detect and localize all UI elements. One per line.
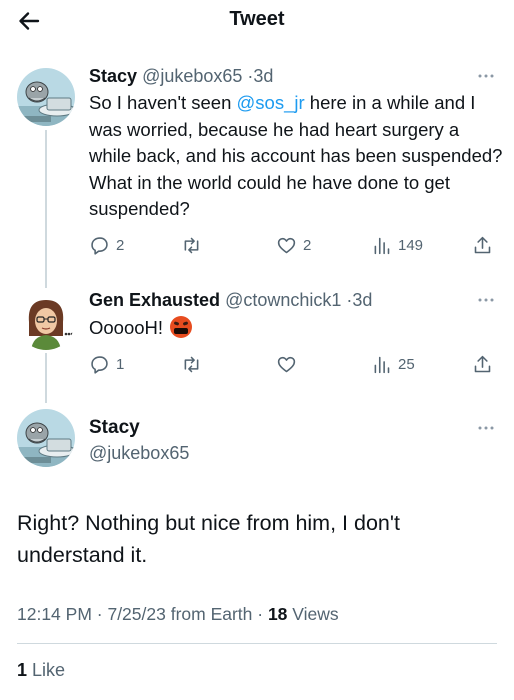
- tweet-actions: 1 25: [89, 352, 499, 376]
- views-chart-icon: [374, 356, 390, 373]
- top-bar: Tweet: [0, 0, 514, 42]
- avatar-image: [17, 409, 75, 467]
- reply-icon: [91, 236, 108, 255]
- retweet-button[interactable]: [181, 352, 208, 376]
- mention-link[interactable]: @sos_jr: [237, 92, 305, 113]
- more-dots-icon: [478, 298, 494, 302]
- more-dots-icon: [478, 426, 494, 430]
- page-title: Tweet: [229, 8, 285, 30]
- share-button[interactable]: [472, 352, 493, 376]
- avatar[interactable]: [17, 409, 75, 467]
- reply-icon: [91, 355, 108, 374]
- like-button[interactable]: [276, 352, 303, 376]
- views-count: 149: [398, 236, 424, 254]
- like-button[interactable]: 2: [276, 233, 311, 257]
- thread-line: [45, 353, 47, 403]
- more-options-button[interactable]: [474, 418, 498, 438]
- like-count: 2: [303, 236, 312, 254]
- more-dots-icon: [478, 74, 494, 78]
- author-handle[interactable]: @jukebox65: [142, 66, 242, 86]
- divider: [17, 643, 497, 644]
- tweet-text-part: So I haven't seen: [89, 92, 237, 113]
- timestamp-source[interactable]: 12:14 PM · 7/25/23 from Earth ·: [17, 604, 268, 624]
- share-button[interactable]: [472, 233, 493, 257]
- likes-count: 1: [17, 660, 28, 680]
- views-label: Views: [287, 604, 339, 624]
- timestamp[interactable]: 3d: [352, 290, 372, 310]
- tweet-meta: 12:14 PM · 7/25/23 from Earth · 18 Views: [17, 604, 339, 625]
- timestamp[interactable]: 3d: [253, 66, 273, 86]
- views-count: 18: [267, 604, 288, 624]
- author-name[interactable]: Stacy: [89, 417, 140, 439]
- tweet-text: So I haven't seen @sos_jr here in a whil…: [89, 90, 504, 223]
- author-name[interactable]: Gen Exhausted: [89, 290, 220, 310]
- avatar-image: [17, 292, 75, 350]
- views-button[interactable]: 149: [371, 233, 423, 257]
- share-icon: [474, 355, 491, 372]
- tweet-header: Stacy @jukebox65 ·3d: [89, 66, 273, 87]
- tweet-actions: 2 2 149: [89, 233, 499, 257]
- heart-icon: [277, 356, 296, 372]
- angry-face-emoji-icon: [170, 316, 193, 338]
- avatar-image: [17, 68, 75, 126]
- retweet-icon: [184, 356, 199, 372]
- views-chart-icon: [374, 237, 390, 254]
- reply-button[interactable]: 2: [89, 233, 124, 257]
- views-count: 25: [398, 355, 415, 373]
- views-button[interactable]: 25: [371, 352, 415, 376]
- likes-summary[interactable]: 1 Like: [17, 660, 65, 681]
- retweet-icon: [184, 237, 199, 253]
- tweet-text-part: OooooH!: [89, 317, 164, 338]
- reply-count: 2: [116, 236, 125, 254]
- tweet-header: Gen Exhausted @ctownchick1 ·3d: [89, 290, 372, 311]
- avatar[interactable]: [17, 68, 75, 126]
- tweet-text: OooooH!: [89, 315, 504, 342]
- thread-line: [45, 130, 47, 288]
- author-handle[interactable]: @jukebox65: [89, 443, 189, 464]
- likes-label: Like: [27, 660, 66, 680]
- share-icon: [474, 236, 491, 253]
- retweet-button[interactable]: [181, 233, 208, 257]
- reply-count: 1: [116, 355, 125, 373]
- tweet-text: Right? Nothing but nice from him, I don'…: [17, 511, 400, 567]
- heart-icon: [277, 237, 296, 253]
- more-options-button[interactable]: [474, 290, 498, 310]
- reply-button[interactable]: 1: [89, 352, 124, 376]
- author-name[interactable]: Stacy: [89, 66, 137, 86]
- author-handle[interactable]: @ctownchick1: [225, 290, 341, 310]
- avatar[interactable]: [17, 292, 75, 350]
- more-options-button[interactable]: [474, 66, 498, 86]
